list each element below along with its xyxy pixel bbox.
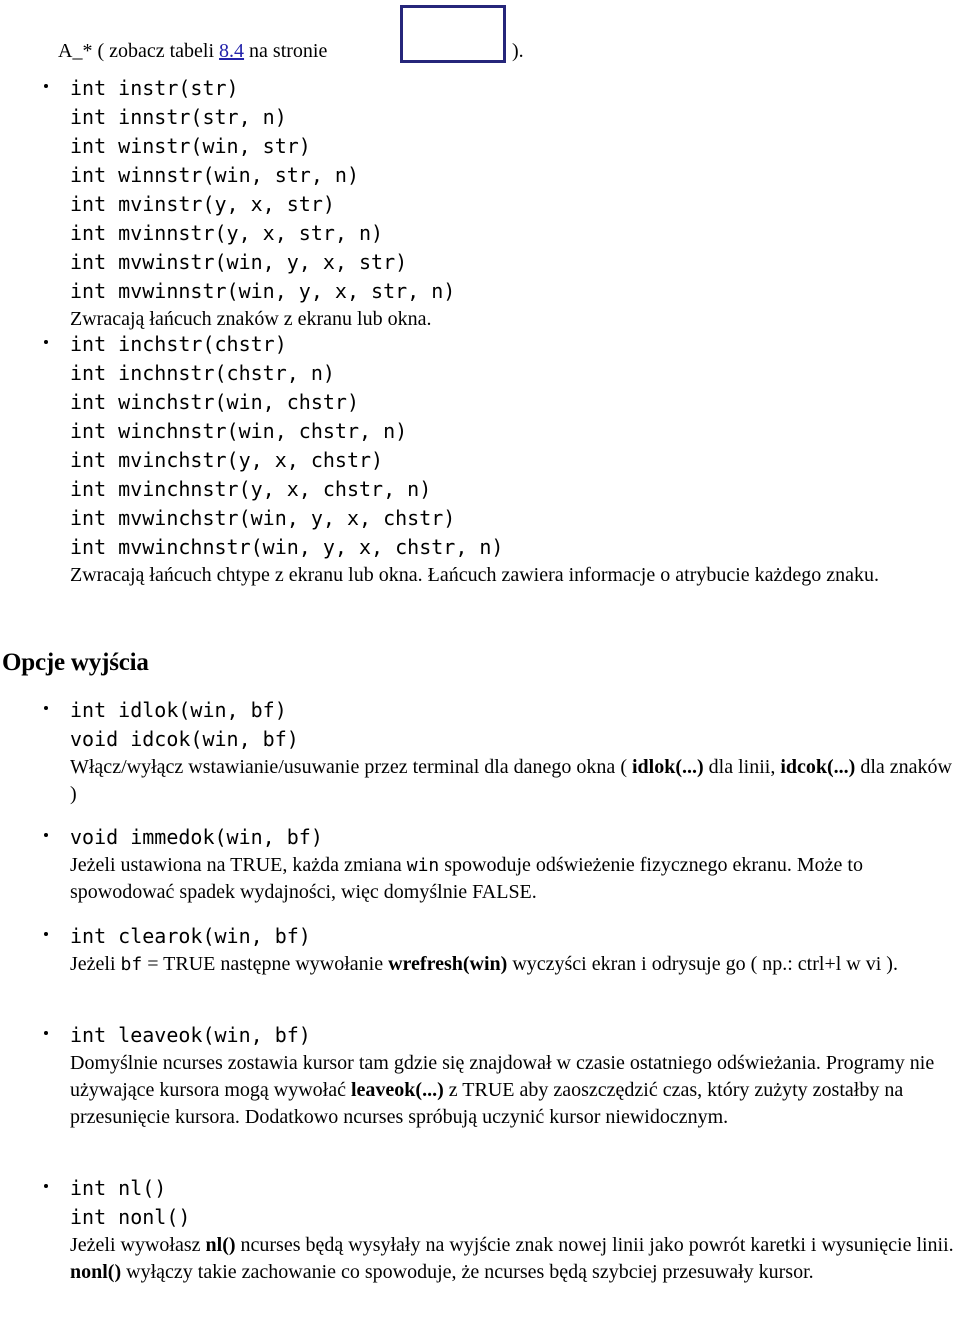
code-signature: int inchstr(chstr) int inchnstr(chstr, n… bbox=[70, 332, 504, 559]
description-span: Włącz/wyłącz wstawianie/usuwanie przez t… bbox=[70, 756, 632, 778]
description-text: Zwracają łańcuch chtype z ekranu lub okn… bbox=[70, 562, 960, 589]
code-signature: int nl() int nonl() bbox=[70, 1176, 191, 1229]
table-reference-link[interactable]: 8.4 bbox=[219, 40, 244, 62]
document-page: A_* ( zobacz tabeli 8.4 na stronie ). in… bbox=[0, 0, 960, 1317]
bullet-dot-icon bbox=[44, 84, 48, 88]
intro-reference-line: A_* ( zobacz tabeli 8.4 na stronie bbox=[58, 38, 327, 64]
bullet-dot-icon bbox=[44, 1184, 48, 1188]
bullet-dot-icon bbox=[44, 706, 48, 710]
description-emphasis: nonl() bbox=[70, 1261, 122, 1283]
description-text: Jeżeli bf = TRUE następne wywołanie wref… bbox=[70, 951, 960, 978]
description-emphasis: leaveok(...) bbox=[351, 1079, 444, 1101]
description-span: Zwracają łańcuch chtype z ekranu lub okn… bbox=[70, 564, 880, 586]
bullet-dot-icon bbox=[44, 932, 48, 936]
description-text: Włącz/wyłącz wstawianie/usuwanie przez t… bbox=[70, 754, 956, 808]
intro-middle-text: na stronie bbox=[244, 40, 328, 62]
description-emphasis: idlok(...) bbox=[631, 756, 704, 778]
description-span: Zwracają łańcuch znaków z ekranu lub okn… bbox=[70, 308, 432, 330]
description-span: wyczyści ekran i odrysuje go ( np.: ctrl… bbox=[507, 953, 898, 975]
list-item: int idlok(win, bf) void idcok(win, bf) W… bbox=[44, 696, 956, 808]
page-number-placeholder-box bbox=[400, 5, 506, 63]
description-span: = TRUE następne wywołanie bbox=[142, 953, 389, 975]
description-emphasis: nl() bbox=[205, 1234, 236, 1256]
list-item: void immedok(win, bf) Jeżeli ustawiona n… bbox=[44, 823, 956, 906]
description-span: Jeżeli bbox=[70, 953, 121, 975]
description-text: Jeżeli ustawiona na TRUE, każda zmiana w… bbox=[70, 852, 960, 906]
code-signature: int clearok(win, bf) bbox=[70, 924, 311, 948]
code-signature: void immedok(win, bf) bbox=[70, 825, 323, 849]
description-span: Jeżeli ustawiona na TRUE, każda zmiana bbox=[70, 854, 407, 876]
description-text: Jeżeli wywołasz nl() ncurses będą wysyła… bbox=[70, 1232, 960, 1286]
description-span: dla linii, bbox=[703, 756, 781, 778]
description-span: ncurses będą wysyłały na wyjście znak no… bbox=[235, 1234, 954, 1256]
intro-prefix-text: A_* ( zobacz tabeli bbox=[58, 40, 220, 62]
bullet-dot-icon bbox=[44, 833, 48, 837]
description-text: Domyślnie ncurses zostawia kursor tam gd… bbox=[70, 1050, 954, 1131]
bullet-dot-icon bbox=[44, 1031, 48, 1035]
description-span: Jeżeli wywołasz bbox=[70, 1234, 206, 1256]
list-item: int clearok(win, bf) Jeżeli bf = TRUE na… bbox=[44, 922, 956, 978]
list-item: int leaveok(win, bf) Domyślnie ncurses z… bbox=[44, 1021, 956, 1131]
section-heading: Opcje wyjścia bbox=[2, 649, 149, 676]
code-signature: int idlok(win, bf) void idcok(win, bf) bbox=[70, 698, 299, 751]
description-emphasis: idcok(...) bbox=[780, 756, 856, 778]
list-item: int inchstr(chstr) int inchnstr(chstr, n… bbox=[44, 330, 956, 589]
bullet-dot-icon bbox=[44, 340, 48, 344]
description-emphasis: wrefresh(win) bbox=[388, 953, 508, 975]
description-text: Zwracają łańcuch znaków z ekranu lub okn… bbox=[70, 306, 956, 333]
list-item: int nl() int nonl() Jeżeli wywołasz nl()… bbox=[44, 1174, 956, 1286]
code-signature: int instr(str) int innstr(str, n) int wi… bbox=[70, 76, 456, 303]
list-item: int instr(str) int innstr(str, n) int wi… bbox=[44, 74, 956, 333]
intro-suffix-text: ). bbox=[512, 40, 524, 62]
description-span: wyłączy takie zachowanie co spowoduje, ż… bbox=[121, 1261, 814, 1283]
description-code-token: win bbox=[406, 855, 440, 876]
description-code-token: bf bbox=[120, 954, 143, 975]
code-signature: int leaveok(win, bf) bbox=[70, 1023, 311, 1047]
